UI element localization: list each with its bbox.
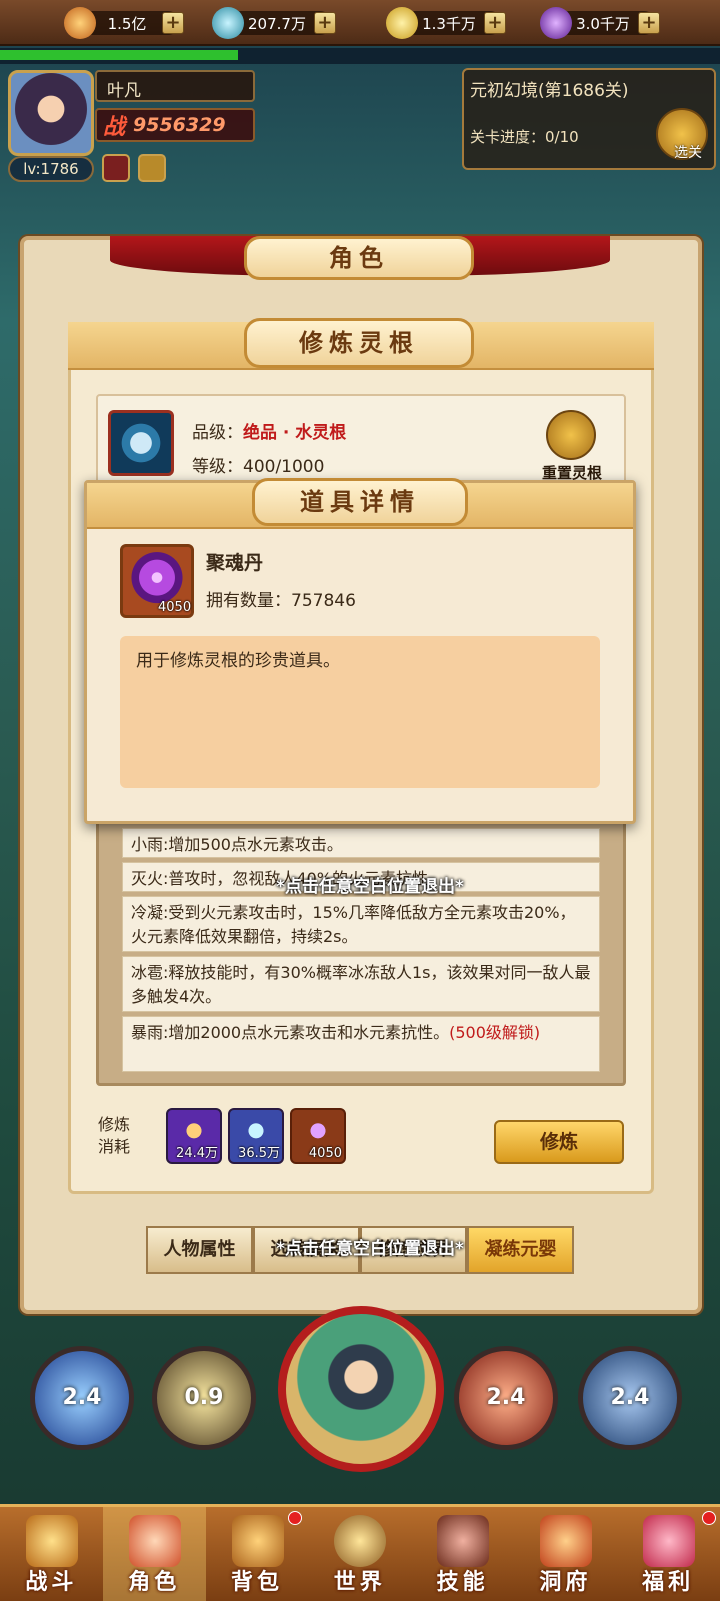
power-value: 9556329	[133, 114, 226, 136]
gold-ingot-icon	[386, 7, 418, 39]
effect-text: 暴雨:增加2000点水元素攻击和水元素抗性。	[131, 1023, 450, 1042]
item-icon-count: 4050	[158, 600, 192, 615]
nav-character[interactable]: 角色	[102, 1507, 206, 1601]
root-level: 等级：400/1000	[192, 452, 324, 477]
item-owned: 拥有数量：757846	[206, 586, 356, 611]
nav-label: 角色	[128, 1570, 181, 1595]
reset-icon[interactable]	[546, 410, 596, 460]
effect-lock: (500级解锁)	[449, 1023, 541, 1042]
cost-jade[interactable]: 36.5万	[228, 1108, 284, 1164]
skill-light-button[interactable]: 0.9	[152, 1346, 256, 1450]
purple-orb-icon	[540, 7, 572, 39]
grade-label: 品级：	[192, 423, 243, 443]
stage-title: 元初幻境(第1686关)	[470, 81, 629, 101]
notification-dot	[288, 1511, 303, 1525]
combat-power: 战 9556329	[95, 108, 255, 142]
cost-soul-pill[interactable]: 4050	[290, 1108, 346, 1164]
root-grade: 品级：绝品 · 水灵根	[192, 418, 346, 443]
stage-panel: 元初幻境(第1686关) 关卡进度：0/10 选关	[462, 68, 716, 170]
exp-progress-fill	[0, 50, 238, 60]
effect-row: 冷凝:受到火元素攻击时，15%几率降低敌方全元素攻击20%，火元素降低效果翻倍，…	[122, 896, 600, 952]
water-root-icon	[108, 410, 174, 476]
popup-title: 道具详情	[252, 478, 468, 526]
hero-portrait[interactable]	[278, 1306, 444, 1472]
effect-row: 暴雨:增加2000点水元素攻击和水元素抗性。(500级解锁)	[122, 1016, 600, 1072]
cost-amount: 36.5万	[238, 1146, 280, 1161]
resource-value: 1.3千万	[422, 14, 476, 33]
add-resource-button[interactable]: +	[638, 12, 660, 34]
item-name: 聚魂丹	[206, 552, 264, 574]
cost-flame-gem[interactable]: 24.4万	[166, 1108, 222, 1164]
bag-icon	[231, 1515, 284, 1567]
resource-jade: 207.7万 +	[212, 7, 336, 39]
power-label: 战	[103, 115, 126, 140]
resource-value: 3.0千万	[576, 14, 630, 33]
resource-gold-fire: 1.5亿 +	[64, 7, 184, 39]
exit-hint: *点击任意空白位置退出*	[276, 877, 464, 897]
cost-amount: 24.4万	[176, 1146, 218, 1161]
nav-label: 洞府	[539, 1570, 592, 1595]
add-resource-button[interactable]: +	[162, 12, 184, 34]
resource-ingot: 1.3千万 +	[386, 7, 506, 39]
cost-amount: 4050	[308, 1146, 342, 1161]
add-resource-button[interactable]: +	[484, 12, 506, 34]
nav-label: 世界	[333, 1570, 386, 1595]
item-description: 用于修炼灵根的珍贵道具。	[120, 636, 600, 788]
select-stage-button[interactable]: 选关	[674, 142, 702, 162]
skill-shadow-button[interactable]: 2.4	[578, 1346, 682, 1450]
effect-row: 冰雹:释放技能时，有30%概率冰冻敌人1s，该效果对同一敌人最多触发4次。	[122, 956, 600, 1012]
nav-label: 战斗	[25, 1570, 78, 1595]
refresh-icon[interactable]	[138, 154, 166, 182]
cyan-orb-icon	[212, 7, 244, 39]
nav-welfare[interactable]: 福利	[617, 1507, 720, 1601]
player-name: 叶凡	[95, 70, 255, 102]
bottom-nav: 战斗 角色 背包 世界 技能 洞府 福利	[0, 1504, 720, 1601]
train-button[interactable]: 修炼	[494, 1120, 624, 1164]
avatar[interactable]	[8, 70, 94, 156]
buff-icon[interactable]	[102, 154, 130, 182]
gift-icon	[642, 1515, 695, 1567]
owned-value: 757846	[291, 591, 356, 611]
level-label: 等级：	[192, 457, 243, 477]
grade-value: 绝品 · 水灵根	[243, 423, 347, 443]
panel-title: 角色	[244, 236, 474, 280]
nav-label: 福利	[642, 1570, 695, 1595]
exit-hint: *点击任意空白位置退出*	[276, 1239, 464, 1259]
flame-gem-icon	[64, 7, 96, 39]
effect-row: 小雨:增加500点水元素攻击。	[122, 828, 600, 858]
nav-label: 背包	[230, 1570, 283, 1595]
cost-label: 修炼消耗	[98, 1115, 131, 1156]
skill-fire-button[interactable]: 2.4	[454, 1346, 558, 1450]
nav-battle[interactable]: 战斗	[0, 1507, 103, 1601]
character-icon	[128, 1515, 181, 1567]
player-level: lv:1786	[8, 156, 94, 182]
resource-value: 1.5亿	[107, 14, 147, 33]
cultivation-title: 修炼灵根	[244, 318, 474, 368]
skill-lightning-button[interactable]: 2.4	[30, 1346, 134, 1450]
nav-cave[interactable]: 洞府	[514, 1507, 617, 1601]
exp-progress-bar	[0, 48, 720, 64]
stage-progress: 关卡进度：0/10	[470, 128, 579, 146]
resource-value: 207.7万	[248, 14, 306, 33]
resource-soul: 3.0千万 +	[540, 7, 660, 39]
owned-label: 拥有数量：	[206, 591, 291, 611]
world-icon	[334, 1515, 387, 1567]
cave-house-icon	[539, 1515, 592, 1567]
nav-world[interactable]: 世界	[308, 1507, 411, 1601]
nav-label: 技能	[436, 1570, 489, 1595]
crossed-swords-icon	[26, 1515, 78, 1567]
nav-skill[interactable]: 技能	[411, 1507, 514, 1601]
notification-dot	[701, 1511, 716, 1525]
nav-bag[interactable]: 背包	[206, 1507, 309, 1601]
skill-scroll-icon	[437, 1515, 490, 1567]
add-resource-button[interactable]: +	[313, 12, 336, 34]
level-value: 400/1000	[243, 457, 325, 477]
